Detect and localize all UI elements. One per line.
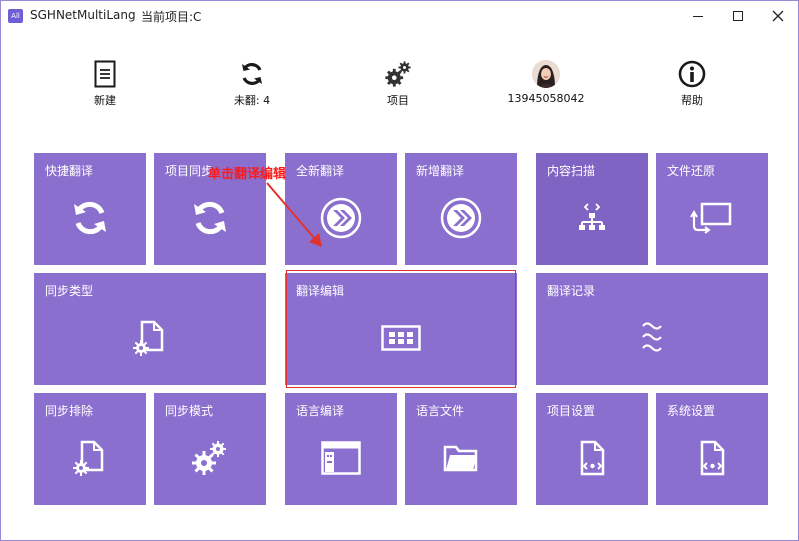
toolbar-new-button[interactable]: 新建 xyxy=(50,59,160,111)
tile-translation-history[interactable]: 翻译记录 xyxy=(536,273,768,385)
toolbar-help-button[interactable]: 帮助 xyxy=(637,59,747,111)
annotation-text: 单击翻译编辑 xyxy=(208,167,287,182)
minimize-button[interactable] xyxy=(678,1,718,31)
close-button[interactable] xyxy=(758,1,798,31)
tile-sync-type[interactable]: 同步类型 xyxy=(34,273,266,385)
avatar xyxy=(532,60,560,88)
maximize-icon xyxy=(733,11,743,21)
tile-project-settings[interactable]: 项目设置 xyxy=(536,393,648,505)
toolbar-untranslated-button[interactable]: 未翻: 4 xyxy=(197,59,307,111)
gears-icon xyxy=(384,59,412,89)
restore-icon xyxy=(656,153,768,265)
tile-file-restore[interactable]: 文件还原 xyxy=(656,153,768,265)
toolbar-untranslated-label: 未翻: 4 xyxy=(233,94,271,107)
folder-icon xyxy=(405,393,517,505)
tile-system-settings[interactable]: 系统设置 xyxy=(656,393,768,505)
tile-language-file[interactable]: 语言文件 xyxy=(405,393,517,505)
tile-quick-translate[interactable]: 快捷翻译 xyxy=(34,153,146,265)
tile-sync-mode[interactable]: 同步模式 xyxy=(154,393,266,505)
current-project-label: 当前项目:C xyxy=(141,10,202,24)
tile-sync-exclude[interactable]: 同步排除 xyxy=(34,393,146,505)
sync-icon xyxy=(34,153,146,265)
toolbar-user-button[interactable]: 13945058042 xyxy=(491,59,601,111)
gears-icon xyxy=(154,393,266,505)
app-window: All SGHNetMultiLang 当前项目:C 新建 未翻: 4 项目 1… xyxy=(0,0,799,541)
close-icon xyxy=(772,10,784,22)
minimize-icon xyxy=(693,15,703,17)
toolbar-project-label: 项目 xyxy=(387,94,409,107)
waves-icon xyxy=(536,273,768,385)
app-title: SGHNetMultiLang xyxy=(30,8,136,22)
window-compile-icon xyxy=(285,393,397,505)
toolbar-project-button[interactable]: 项目 xyxy=(343,59,453,111)
file-gear-icon xyxy=(34,273,266,385)
info-icon xyxy=(678,59,706,89)
grid-editor-icon xyxy=(285,273,517,385)
document-icon xyxy=(91,59,119,89)
tile-add-translation[interactable]: 新增翻译 xyxy=(405,153,517,265)
title-bar[interactable]: All SGHNetMultiLang 当前项目:C xyxy=(1,1,798,31)
tile-translation-edit[interactable]: 翻译编辑 xyxy=(285,273,517,385)
refresh-icon xyxy=(238,59,266,89)
file-gear-icon xyxy=(34,393,146,505)
network-scan-icon xyxy=(536,153,648,265)
chevrons-circle-icon xyxy=(285,153,397,265)
maximize-button[interactable] xyxy=(718,1,758,31)
file-code-icon xyxy=(536,393,648,505)
tile-language-compile[interactable]: 语言编译 xyxy=(285,393,397,505)
tile-content-scan[interactable]: 内容扫描 xyxy=(536,153,648,265)
toolbar-user-label: 13945058042 xyxy=(507,92,585,105)
app-icon: All xyxy=(8,9,23,23)
toolbar-help-label: 帮助 xyxy=(681,94,703,107)
toolbar-new-label: 新建 xyxy=(94,94,116,107)
chevrons-circle-icon xyxy=(405,153,517,265)
file-code-icon xyxy=(656,393,768,505)
tile-new-translation[interactable]: 全新翻译 xyxy=(285,153,397,265)
